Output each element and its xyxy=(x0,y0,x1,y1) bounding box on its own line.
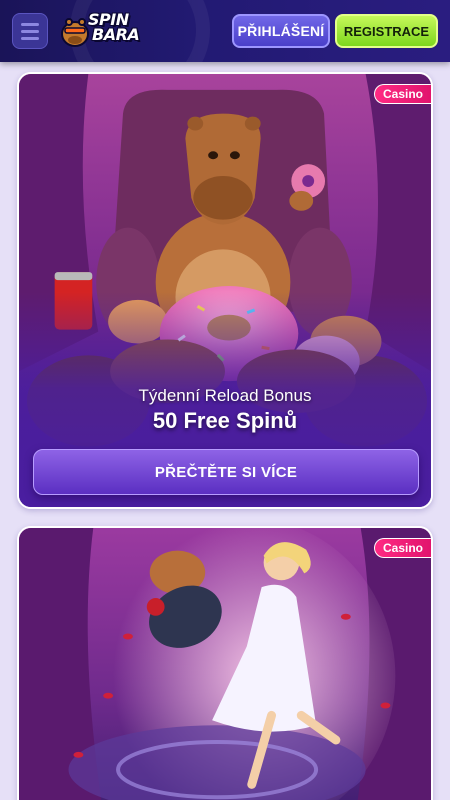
casino-badge: Casino xyxy=(373,84,431,104)
menu-button[interactable] xyxy=(12,13,48,49)
promo-card-dance[interactable]: Casino xyxy=(17,526,433,800)
capybara-logo-icon xyxy=(61,18,89,47)
hamburger-icon xyxy=(21,22,39,26)
capybara-donut-illustration xyxy=(19,74,431,507)
promo-subtitle: Týdenní Reload Bonus xyxy=(138,386,312,405)
spinbara-logo[interactable]: SPIN BARA xyxy=(60,11,156,51)
login-button[interactable]: PŘIHLÁŠENÍ xyxy=(232,14,330,48)
promo-card-weekly-reload[interactable]: Casino Týdenní Reload Bonus 50 Free Spin… xyxy=(17,72,433,509)
casino-badge: Casino xyxy=(373,538,431,558)
register-button[interactable]: REGISTRACE xyxy=(335,14,438,48)
capybara-dance-illustration xyxy=(19,528,431,800)
top-bar: SPIN BARA PŘIHLÁŠENÍ REGISTRACE xyxy=(0,0,450,62)
read-more-button[interactable]: PŘEČTĚTE SI VÍCE xyxy=(33,449,419,495)
logo-text: SPIN BARA xyxy=(88,10,140,44)
promo-title: 50 Free Spinů xyxy=(152,408,298,433)
